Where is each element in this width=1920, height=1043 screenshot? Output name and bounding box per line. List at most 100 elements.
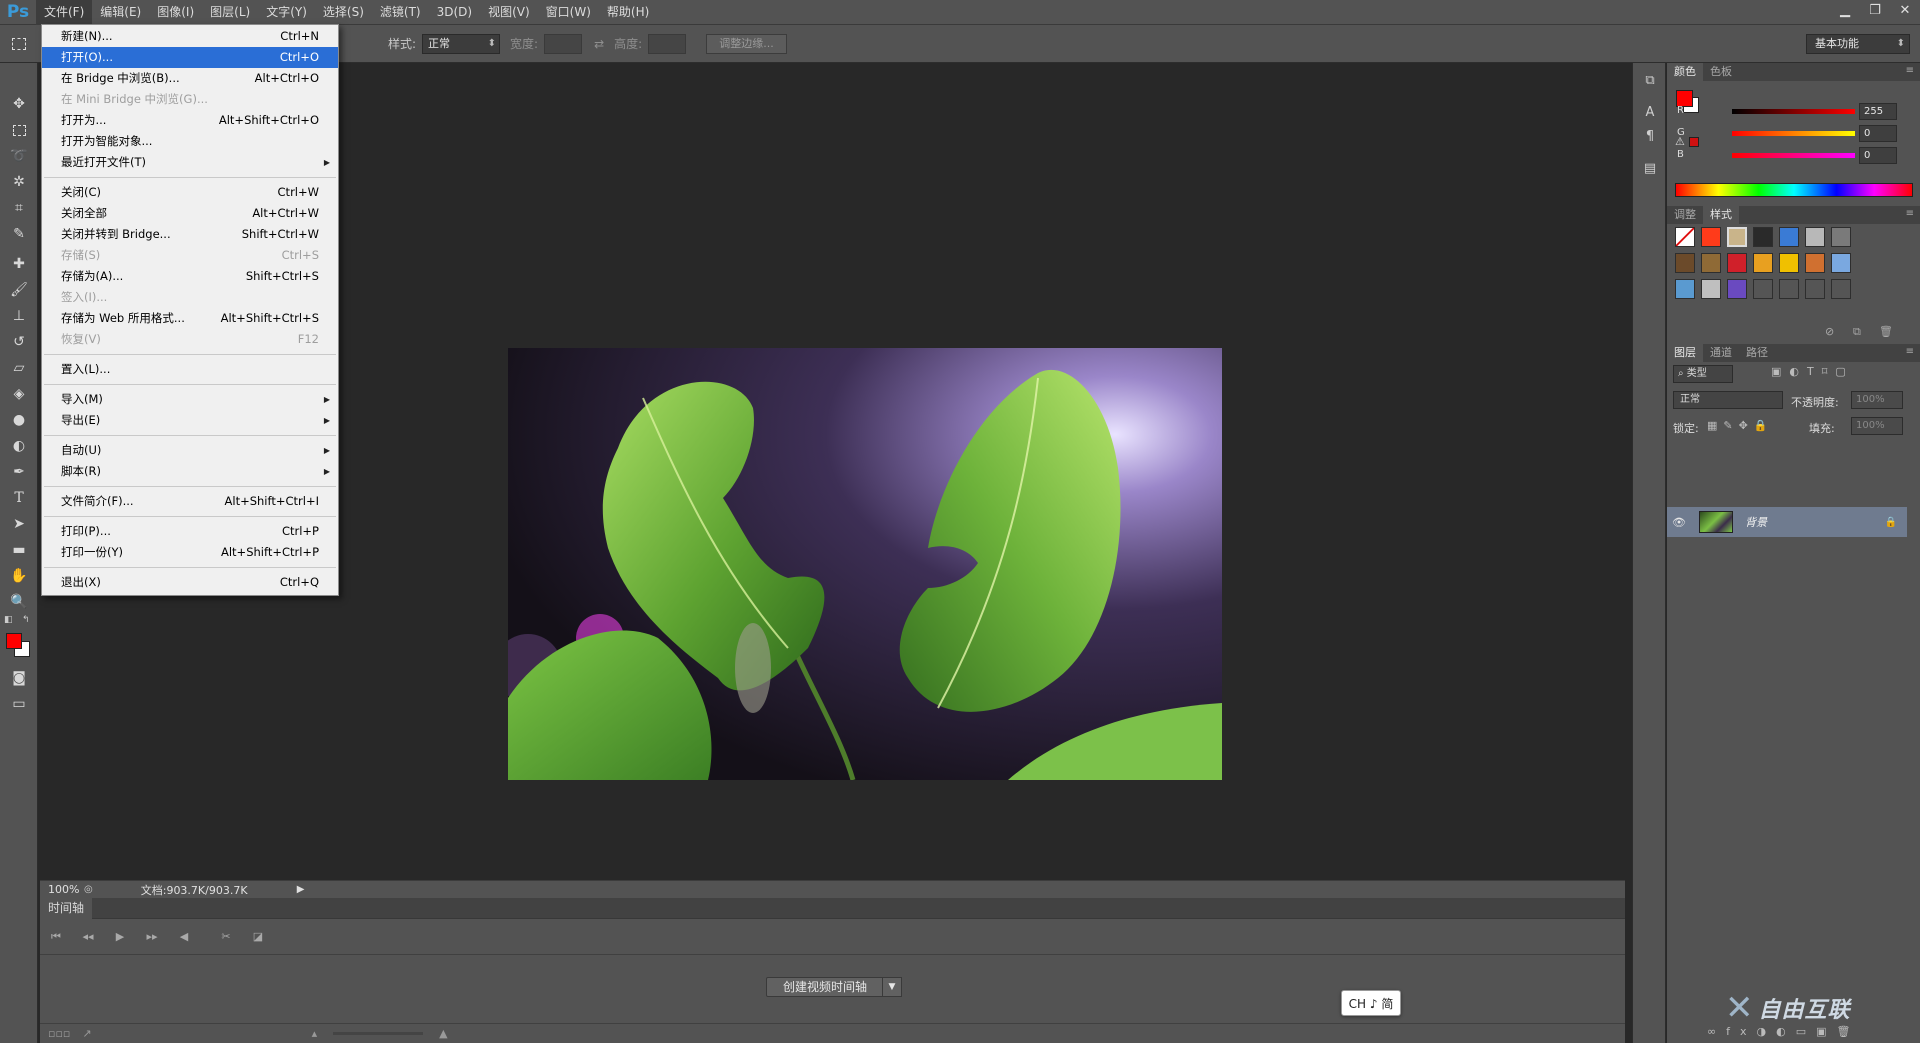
style-swatch[interactable]: [1727, 279, 1747, 299]
panel-menu-icon[interactable]: ≡: [1906, 346, 1914, 357]
file-menu-item[interactable]: 存储为 Web 所用格式... Alt+Shift+Ctrl+S: [42, 308, 338, 329]
blur-tool-icon[interactable]: ●: [7, 409, 31, 431]
clone-stamp-tool-icon[interactable]: ⊥: [7, 305, 31, 327]
paragraph-panel-icon[interactable]: ¶: [1641, 127, 1659, 145]
swap-colors-icon[interactable]: ↰: [22, 615, 30, 625]
style-swatch[interactable]: [1701, 253, 1721, 273]
style-swatch[interactable]: [1805, 227, 1825, 247]
ime-indicator[interactable]: CH ♪ 简: [1341, 990, 1401, 1016]
swap-icon[interactable]: ⇄: [594, 37, 604, 51]
style-swatch[interactable]: [1831, 227, 1851, 247]
style-swatch[interactable]: [1753, 279, 1773, 299]
render-icon[interactable]: ↗: [82, 1027, 91, 1040]
panel-menu-icon[interactable]: ≡: [1906, 65, 1914, 76]
marquee-preset-icon[interactable]: [0, 25, 38, 63]
file-menu-item[interactable]: 恢复(V) F12: [42, 329, 338, 350]
style-swatch[interactable]: [1701, 279, 1721, 299]
eraser-tool-icon[interactable]: ▱: [7, 357, 31, 379]
workspace-select[interactable]: 基本功能: [1806, 34, 1910, 54]
file-menu-item[interactable]: 打印一份(Y) Alt+Shift+Ctrl+P: [42, 542, 338, 563]
style-swatch[interactable]: [1701, 227, 1721, 247]
file-menu-item[interactable]: 打开(O)... Ctrl+O: [42, 47, 338, 68]
create-timeline-dropdown-icon[interactable]: ▼: [882, 977, 902, 997]
visibility-eye-icon[interactable]: 👁: [1667, 516, 1691, 529]
tab-layers[interactable]: 图层: [1667, 344, 1703, 362]
menu-7[interactable]: 3D(D): [429, 0, 480, 25]
tab-color[interactable]: 颜色: [1667, 63, 1703, 81]
file-menu-item[interactable]: 打印(P)... Ctrl+P: [42, 521, 338, 542]
next-frame-icon[interactable]: ▸▸: [136, 930, 168, 943]
default-colors-icon[interactable]: ◧: [4, 615, 13, 625]
menu-10[interactable]: 帮助(H): [599, 0, 657, 25]
red-value[interactable]: 255: [1859, 103, 1897, 120]
opacity-input[interactable]: 100%: [1851, 391, 1903, 409]
file-menu-item[interactable]: 在 Bridge 中浏览(B)... Alt+Ctrl+O: [42, 68, 338, 89]
file-menu-item[interactable]: 置入(L)...: [42, 359, 338, 380]
zoom-out-icon[interactable]: ▴: [312, 1027, 318, 1040]
style-swatch[interactable]: [1779, 279, 1799, 299]
file-menu-item[interactable]: 退出(X) Ctrl+Q: [42, 572, 338, 593]
layer-filter-select[interactable]: ⌕ 类型: [1673, 365, 1733, 383]
quick-mask-icon[interactable]: ◙: [7, 667, 31, 689]
blue-value[interactable]: 0: [1859, 147, 1897, 164]
style-swatch[interactable]: [1831, 253, 1851, 273]
transition-icon[interactable]: ◪: [242, 930, 274, 943]
menu-1[interactable]: 编辑(E): [92, 0, 149, 25]
file-menu-item[interactable]: 打开为... Alt+Shift+Ctrl+O: [42, 110, 338, 131]
style-swatch[interactable]: [1675, 227, 1695, 247]
green-slider[interactable]: [1732, 131, 1855, 136]
layer-filter-icons[interactable]: ▣◐T⌑▢: [1771, 365, 1854, 378]
tab-paths[interactable]: 路径: [1739, 344, 1775, 362]
file-menu-item[interactable]: 导出(E) ▶: [42, 410, 338, 431]
pen-tool-icon[interactable]: ✒: [7, 461, 31, 483]
clear-style-icon[interactable]: ⊘: [1825, 325, 1834, 338]
menu-0[interactable]: 文件(F): [36, 0, 93, 25]
move-tool-icon[interactable]: ✥: [7, 93, 31, 115]
crop-tool-icon[interactable]: ⌗: [7, 197, 31, 219]
red-slider[interactable]: [1732, 109, 1855, 114]
blend-mode-select[interactable]: 正常: [1673, 391, 1783, 409]
close-icon[interactable]: ✕: [1890, 0, 1920, 20]
style-swatch[interactable]: [1727, 253, 1747, 273]
style-swatch[interactable]: [1753, 253, 1773, 273]
restore-icon[interactable]: ❐: [1860, 0, 1890, 20]
style-swatch[interactable]: [1831, 279, 1851, 299]
split-clip-icon[interactable]: ✂: [210, 930, 242, 943]
style-swatch[interactable]: [1779, 253, 1799, 273]
file-menu-item[interactable]: 脚本(R) ▶: [42, 461, 338, 482]
style-select[interactable]: 正常: [422, 33, 501, 54]
file-menu-item[interactable]: 关闭全部 Alt+Ctrl+W: [42, 203, 338, 224]
file-menu-item[interactable]: 导入(M) ▶: [42, 389, 338, 410]
previous-frame-icon[interactable]: ◂◂: [72, 930, 104, 943]
marquee-tool-icon[interactable]: [7, 119, 31, 141]
paint-bucket-tool-icon[interactable]: ◈: [7, 383, 31, 405]
tab-swatches[interactable]: 色板: [1703, 63, 1739, 81]
play-icon[interactable]: ▶: [104, 930, 136, 943]
refine-edge-button[interactable]: 调整边缘...: [706, 33, 787, 54]
document-image[interactable]: [508, 348, 1222, 780]
delete-style-icon[interactable]: 🗑: [1879, 325, 1893, 338]
file-menu-item[interactable]: 最近打开文件(T) ▶: [42, 152, 338, 173]
color-spectrum-bar[interactable]: [1675, 183, 1913, 197]
minimize-icon[interactable]: ▁: [1830, 0, 1860, 20]
style-swatch[interactable]: [1727, 227, 1747, 247]
zoom-level[interactable]: 100%: [40, 883, 80, 896]
file-menu-item[interactable]: 自动(U) ▶: [42, 440, 338, 461]
status-menu-arrow-icon[interactable]: ▶: [297, 884, 305, 895]
fill-input[interactable]: 100%: [1851, 417, 1903, 435]
menu-8[interactable]: 视图(V): [480, 0, 538, 25]
blue-slider[interactable]: [1732, 153, 1855, 158]
tool-presets-icon[interactable]: ▤: [1641, 159, 1659, 177]
frame-mode-icon[interactable]: ▫▫▫: [48, 1027, 70, 1040]
tab-styles[interactable]: 样式: [1703, 206, 1739, 224]
timeline-zoom-slider[interactable]: [333, 1032, 424, 1035]
timeline-tab[interactable]: 时间轴: [40, 898, 93, 919]
menu-9[interactable]: 窗口(W): [538, 0, 599, 25]
healing-brush-tool-icon[interactable]: ✚: [7, 253, 31, 275]
style-swatch[interactable]: [1779, 227, 1799, 247]
eyedropper-tool-icon[interactable]: ✎: [7, 223, 31, 245]
layer-name[interactable]: 背景: [1745, 514, 1767, 530]
create-video-timeline-button[interactable]: 创建视频时间轴: [766, 977, 885, 997]
style-swatch[interactable]: [1675, 253, 1695, 273]
style-swatch[interactable]: [1805, 279, 1825, 299]
